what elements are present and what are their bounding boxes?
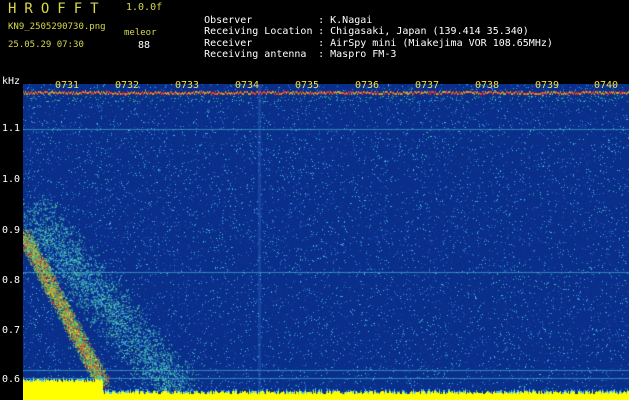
y-unit-label: kHz bbox=[2, 76, 21, 87]
time-tick-label: 0736 bbox=[355, 80, 380, 91]
y-tick-label: 0.7 bbox=[2, 325, 21, 336]
time-tick-label: 0734 bbox=[235, 80, 260, 91]
mode-label: meleor bbox=[124, 28, 157, 38]
y-tick-label: 0.9 bbox=[2, 225, 21, 236]
spectrogram-panel bbox=[23, 84, 629, 400]
info-key: Receiving antenna bbox=[204, 49, 307, 60]
time-tick-label: 0740 bbox=[594, 80, 619, 91]
time-tick-label: 0733 bbox=[175, 80, 200, 91]
app-title: HROFFT bbox=[8, 1, 107, 17]
file-name: KN9_2505290730.png bbox=[8, 22, 106, 32]
info-value: : Maspro FM-3 bbox=[318, 49, 397, 60]
time-tick-label: 0732 bbox=[115, 80, 140, 91]
version-label: 1.0.0f bbox=[126, 2, 163, 13]
spectrogram-canvas bbox=[23, 84, 629, 400]
y-tick-label: 1.1 bbox=[2, 123, 21, 134]
time-tick-label: 0731 bbox=[55, 80, 80, 91]
info-antenna: Receiving antenna : Maspro FM-3 bbox=[180, 38, 396, 71]
y-tick-label: 0.6 bbox=[2, 374, 21, 385]
time-tick-label: 0739 bbox=[535, 80, 560, 91]
header-panel: HROFFT 1.0.0f KN9_2505290730.png meleor … bbox=[0, 0, 629, 78]
timestamp: 25.05.29 07:30 bbox=[8, 40, 84, 50]
y-tick-label: 0.8 bbox=[2, 275, 21, 286]
time-tick-label: 0737 bbox=[415, 80, 440, 91]
y-tick-label: 1.0 bbox=[2, 174, 21, 185]
time-tick-label: 0738 bbox=[475, 80, 500, 91]
detection-count: 88 bbox=[138, 40, 151, 51]
time-tick-label: 0735 bbox=[295, 80, 320, 91]
